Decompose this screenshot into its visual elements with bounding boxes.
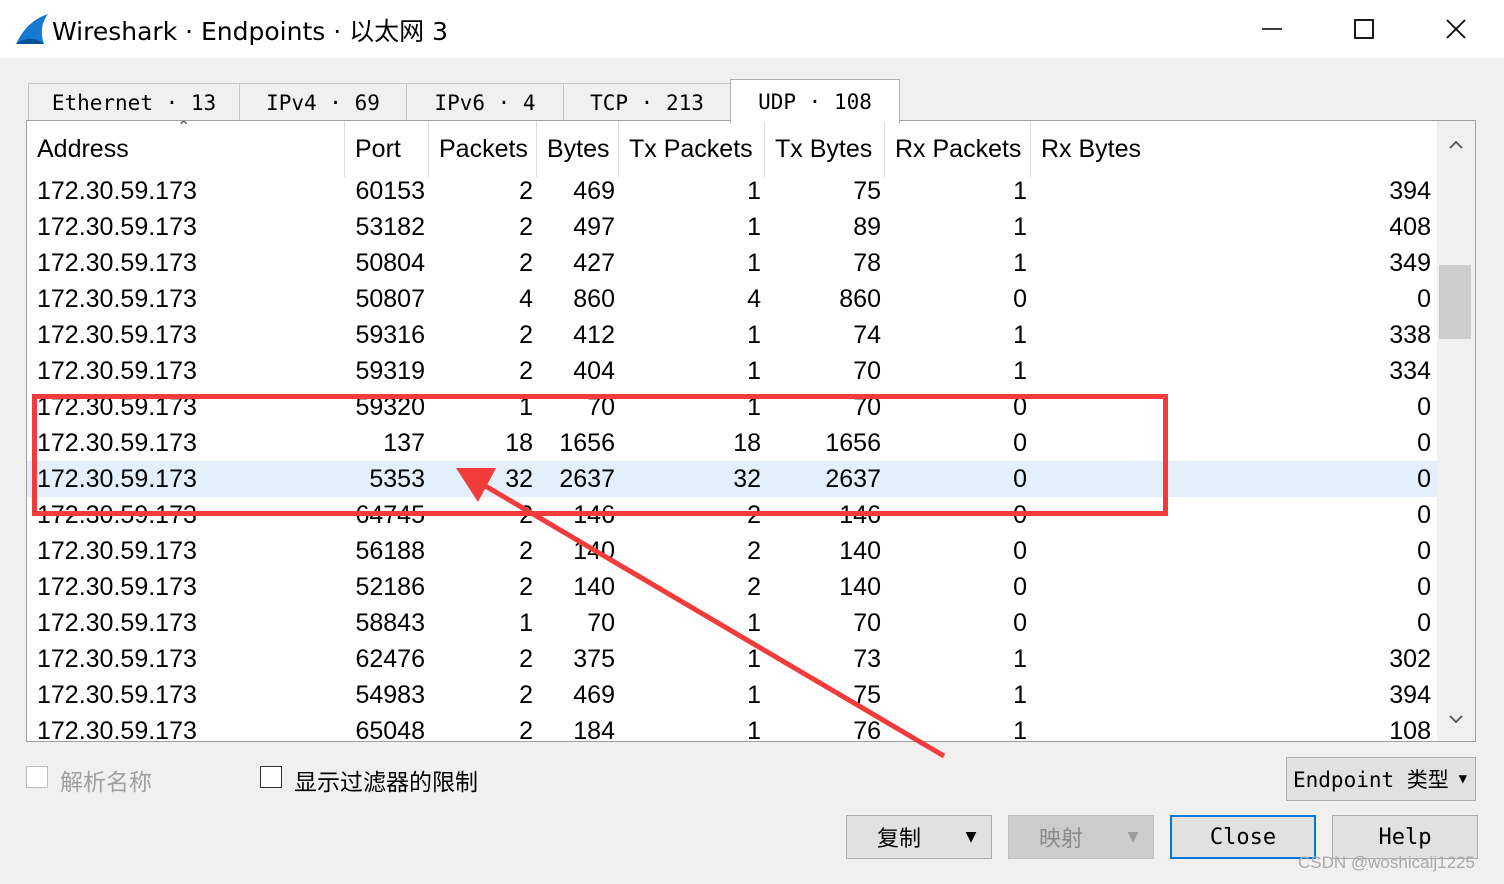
annotation-arrow: [456, 468, 946, 759]
dropdown-arrow-icon: ▼: [1458, 771, 1467, 787]
copy-button[interactable]: 复制 ▼: [846, 815, 992, 859]
tab-udp[interactable]: UDP · 108: [730, 79, 900, 123]
copy-label: 复制: [876, 827, 921, 852]
watermark: CSDN @woshicaij1225: [1298, 853, 1475, 872]
dropdown-arrow-icon[interactable]: ▼: [951, 816, 991, 858]
map-button[interactable]: 映射 ▼: [1008, 815, 1154, 859]
dropdown-arrow-icon[interactable]: ▼: [1113, 816, 1153, 858]
map-label: 映射: [1038, 827, 1083, 852]
resolve-names-checkbox[interactable]: [26, 766, 48, 788]
resolve-names-label: 解析名称: [60, 770, 152, 796]
limit-to-display-filter-checkbox[interactable]: [260, 766, 282, 788]
limit-to-display-filter-label: 显示过滤器的限制: [294, 770, 478, 796]
close-button[interactable]: Close: [1170, 815, 1316, 859]
endpoint-type-dropdown[interactable]: Endpoint 类型 ▼: [1286, 757, 1476, 801]
endpoint-type-label: Endpoint 类型: [1293, 768, 1449, 792]
